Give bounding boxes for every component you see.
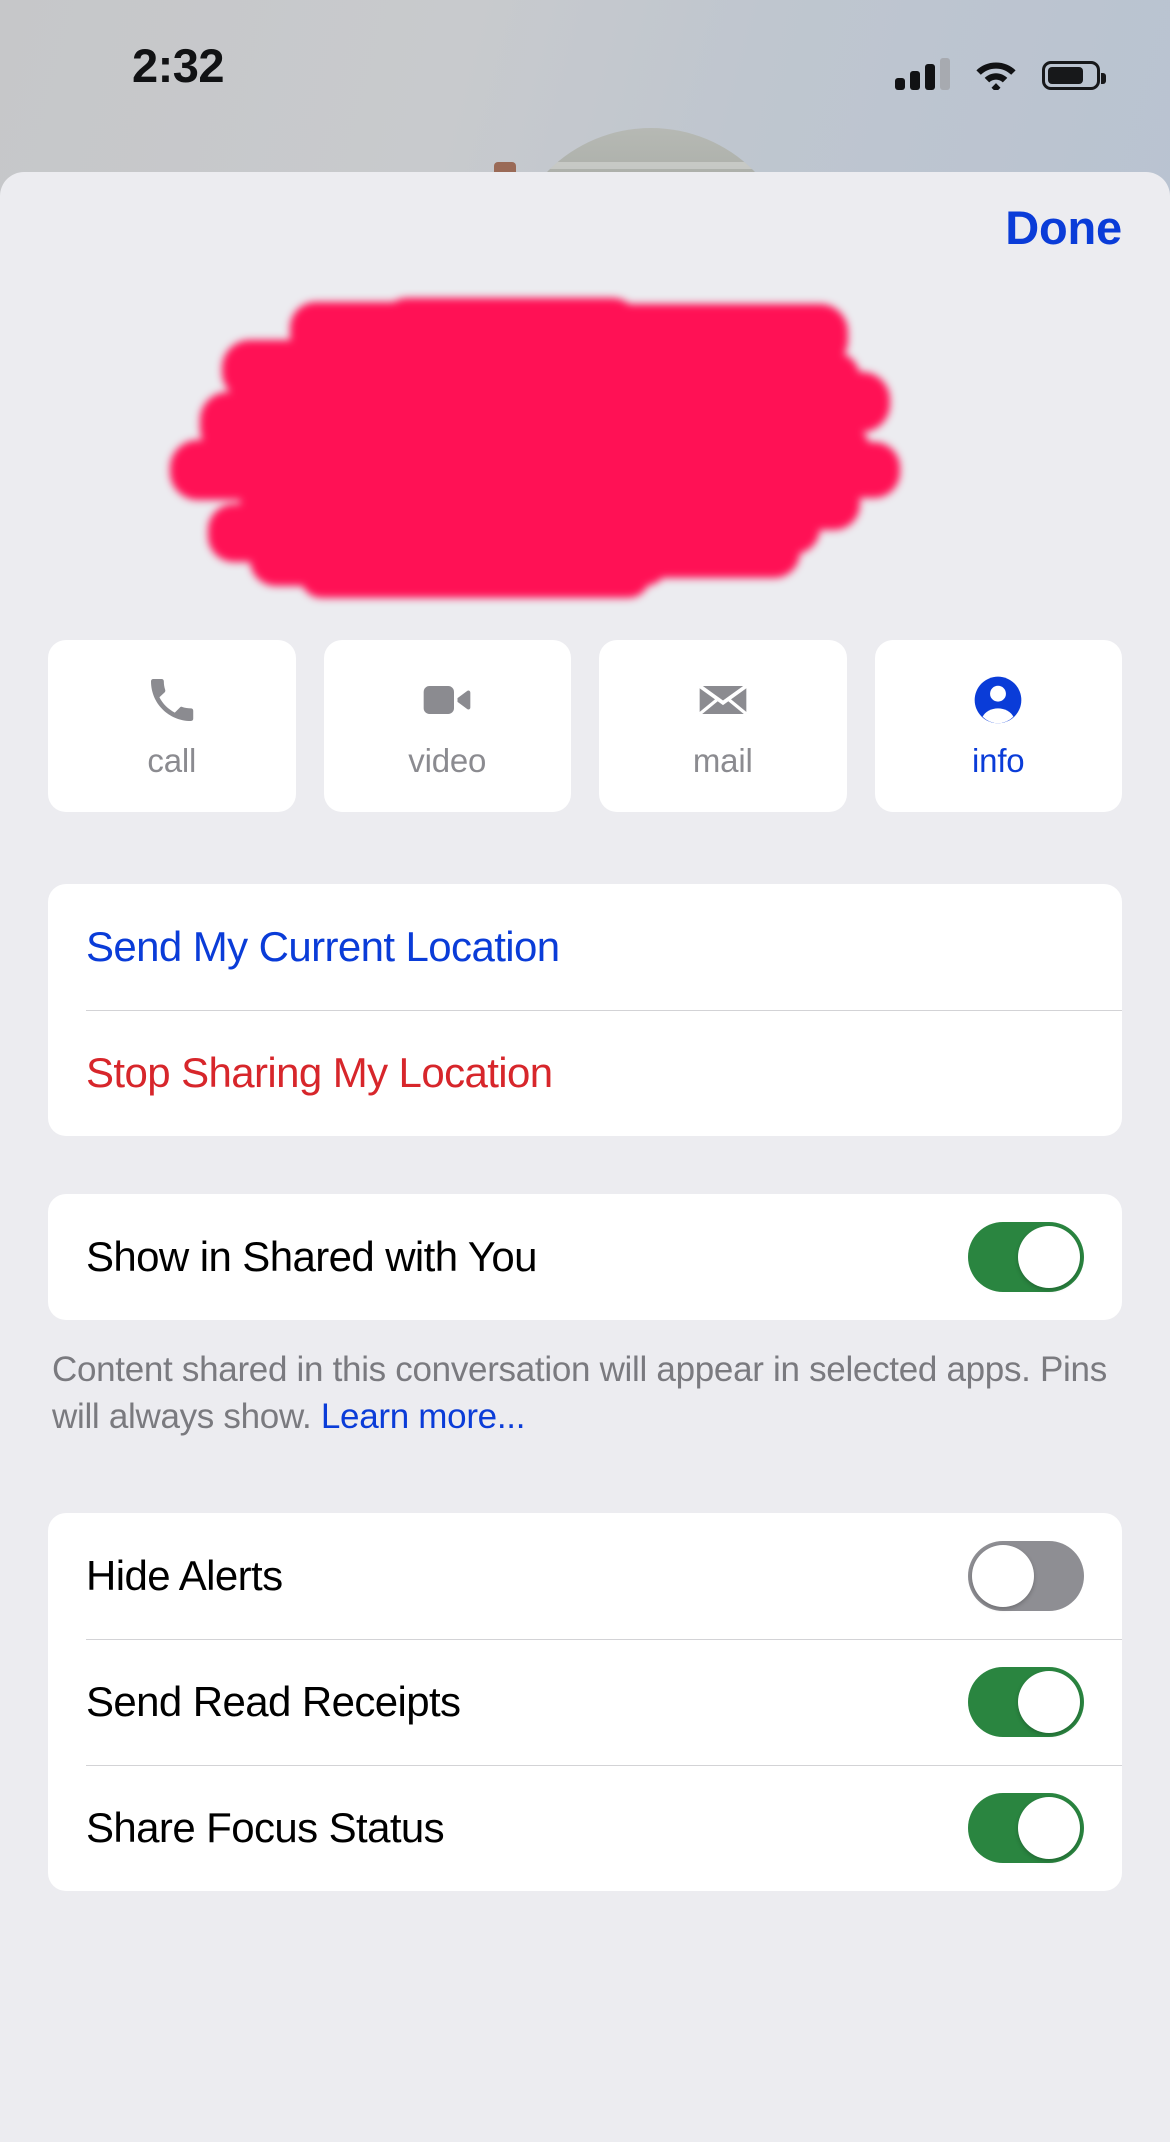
conversation-settings-card: Hide Alerts Send Read Receipts Share Foc… <box>48 1512 1122 1891</box>
send-current-location-label: Send My Current Location <box>86 923 560 970</box>
toggle-knob <box>972 1544 1034 1607</box>
hide-alerts-row[interactable]: Hide Alerts <box>48 1513 1122 1639</box>
action-label-info: info <box>972 742 1025 779</box>
toggle-knob <box>1018 1670 1080 1733</box>
video-camera-icon <box>419 672 475 728</box>
status-bar: 2:32 <box>0 0 1170 120</box>
person-circle-icon <box>970 672 1026 728</box>
learn-more-link[interactable]: Learn more... <box>321 1397 526 1436</box>
hide-alerts-toggle[interactable] <box>968 1540 1084 1611</box>
show-in-shared-with-you-row[interactable]: Show in Shared with You <box>48 1194 1122 1320</box>
status-bar-icons <box>895 48 1106 90</box>
phone-icon <box>144 672 200 728</box>
action-button-mail[interactable]: mail <box>599 640 847 812</box>
stop-sharing-location-label: Stop Sharing My Location <box>86 1049 553 1096</box>
action-button-video[interactable]: video <box>323 640 571 812</box>
envelope-icon <box>695 672 751 728</box>
action-label-call: call <box>147 742 197 779</box>
contact-info-sheet: Done call video mail info Send My Curren… <box>0 172 1170 2142</box>
share-focus-status-label: Share Focus Status <box>86 1803 445 1851</box>
footnote-text: Content shared in this conversation will… <box>52 1350 1107 1437</box>
send-read-receipts-row[interactable]: Send Read Receipts <box>48 1638 1122 1765</box>
sheet-header: Done <box>0 172 1170 292</box>
location-group-card: Send My Current Location Stop Sharing My… <box>48 884 1122 1136</box>
action-button-info[interactable]: info <box>874 640 1122 812</box>
action-label-video: video <box>408 742 487 779</box>
wifi-icon <box>975 58 1017 90</box>
shared-with-you-card: Show in Shared with You <box>48 1194 1122 1320</box>
send-current-location-row[interactable]: Send My Current Location <box>48 884 1122 1010</box>
share-focus-status-row[interactable]: Share Focus Status <box>48 1764 1122 1891</box>
action-label-mail: mail <box>692 742 753 779</box>
send-read-receipts-toggle[interactable] <box>968 1666 1084 1737</box>
stop-sharing-location-row[interactable]: Stop Sharing My Location <box>48 1010 1122 1136</box>
quick-actions-row: call video mail info <box>0 640 1170 812</box>
done-button[interactable]: Done <box>1005 200 1122 255</box>
shared-with-you-footnote: Content shared in this conversation will… <box>52 1346 1118 1441</box>
status-bar-clock: 2:32 <box>132 39 225 92</box>
toggle-knob <box>1018 1796 1080 1859</box>
show-in-shared-with-you-label: Show in Shared with You <box>86 1233 537 1280</box>
contact-name-redacted <box>0 292 1170 622</box>
cellular-signal-icon <box>895 58 950 90</box>
action-button-call[interactable]: call <box>48 640 296 812</box>
toggle-knob <box>1018 1226 1080 1288</box>
show-in-shared-with-you-toggle[interactable] <box>968 1222 1084 1292</box>
hide-alerts-label: Hide Alerts <box>86 1551 283 1599</box>
send-read-receipts-label: Send Read Receipts <box>86 1677 461 1725</box>
battery-icon <box>1042 61 1106 90</box>
share-focus-status-toggle[interactable] <box>968 1792 1084 1863</box>
